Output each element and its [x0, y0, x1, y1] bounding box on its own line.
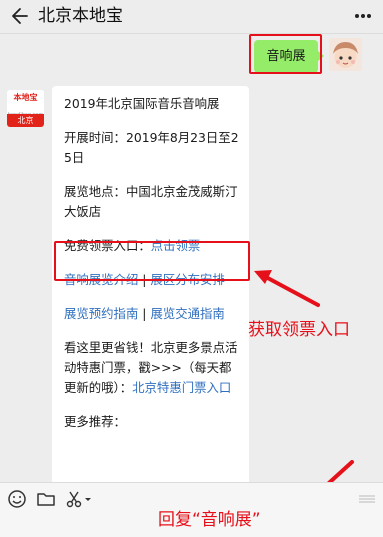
links-row-2: 展览预约指南 | 展览交通指南: [64, 304, 240, 324]
link-transport-guide[interactable]: 展览交通指南: [150, 306, 224, 321]
highlight-box-ticket: [54, 241, 250, 281]
link-booking-guide[interactable]: 展览预约指南: [64, 306, 138, 321]
link-separator: |: [142, 306, 147, 321]
folder-icon[interactable]: [35, 488, 57, 510]
more-dots-icon[interactable]: [349, 4, 377, 28]
promo-text: 看这里更省钱！北京更多景点活动特惠门票，戳>>>（每天都更新的哦）：北京特惠门票…: [64, 338, 240, 398]
user-avatar[interactable]: [329, 38, 362, 71]
event-title: 2019年北京国际音乐音响展: [64, 96, 220, 111]
chat-title: 北京本地宝: [38, 6, 123, 26]
more-recommend: 更多推荐：: [64, 414, 126, 429]
highlight-box-outgoing: [249, 34, 322, 74]
event-location: 展览地点：中国北京金茂威斯汀大饭店: [64, 184, 238, 219]
event-time: 开展时间：2019年8月23日至25日: [64, 130, 239, 165]
incoming-message-bubble: 2019年北京国际音乐音响展 开展时间：2019年8月23日至25日 展览地点：…: [52, 86, 249, 486]
chat-header: 北京本地宝: [0, 0, 383, 34]
annotation-ticket-entry: 获取领票入口: [248, 320, 350, 340]
annotation-reply-keyword: 回复“音响展”: [158, 510, 261, 530]
promo-link[interactable]: 北京特惠门票入口: [132, 380, 231, 395]
emoji-icon[interactable]: [6, 488, 28, 510]
bot-avatar[interactable]: 本地宝 bendibao.com 北京: [7, 90, 44, 127]
scroll-indicator-icon: [359, 495, 375, 503]
back-arrow-icon[interactable]: [6, 4, 32, 28]
chevron-down-icon[interactable]: [82, 488, 94, 510]
bot-logo-text: 本地宝: [7, 90, 44, 112]
bot-city-label: 北京: [7, 114, 44, 127]
avatar-illustration: [329, 38, 362, 71]
